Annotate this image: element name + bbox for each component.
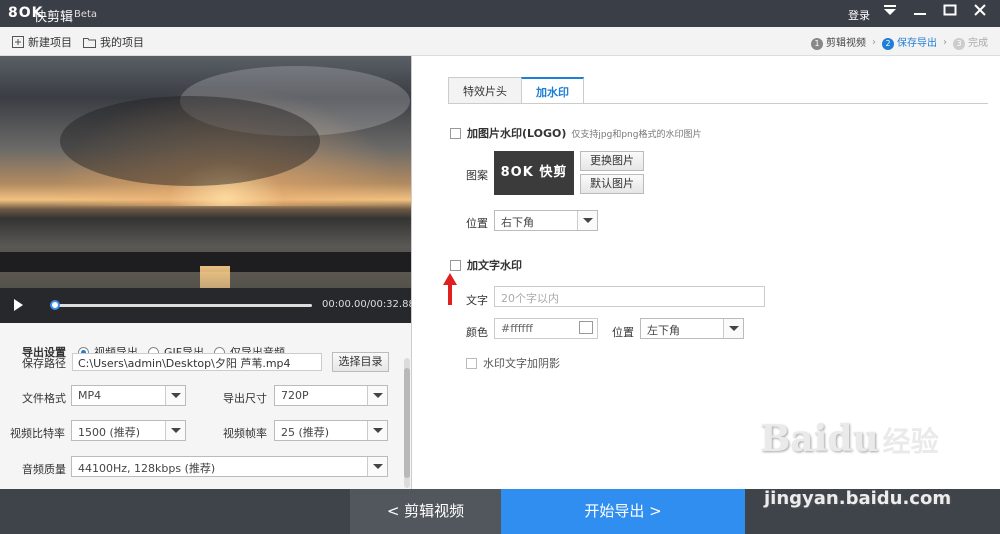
baidu-logo-cn: 经验 <box>882 425 939 458</box>
toolbar: 新建项目 我的项目 1 剪辑视频 › 2 保存导出 › 3 完成 <box>0 27 1000 56</box>
shadow-checkbox[interactable]: 水印文字加阴影 <box>466 355 560 371</box>
chevron-down-icon <box>367 386 387 405</box>
app-name: 快剪辑 <box>34 10 74 25</box>
tab-bar: 特效片头 加水印 <box>448 77 584 104</box>
baidu-url: jingyan.baidu.com <box>764 488 952 509</box>
timecode: 00:00.00/00:32.88 <box>322 299 415 310</box>
settings-scrollbar[interactable] <box>404 358 410 488</box>
step-done: 3 完成 <box>953 34 988 50</box>
chevron-down-icon <box>367 421 387 440</box>
export-settings-panel: 导出设置 视频导出 GIF导出 仅导出音频 保存路径 C:\Users\admi… <box>0 323 411 489</box>
back-to-edit-button[interactable]: < 剪辑视频 <box>350 489 501 534</box>
chevron-right-icon: › <box>872 36 876 48</box>
close-icon[interactable] <box>970 4 990 22</box>
checkbox-icon <box>466 357 477 369</box>
new-project-label: 新建项目 <box>28 36 72 49</box>
image-position-label: 位置 <box>466 217 488 230</box>
my-projects-button[interactable]: 我的项目 <box>83 34 144 50</box>
new-project-button[interactable]: 新建项目 <box>12 34 72 50</box>
player-controls: 00:00.00/00:32.88 <box>0 288 415 323</box>
new-project-icon <box>12 36 24 48</box>
title-bar: 8OK 快剪辑 Beta 登录 <box>0 0 1000 27</box>
framerate-select[interactable]: 25 (推荐) <box>274 420 388 441</box>
tab-watermark[interactable]: 加水印 <box>521 77 584 104</box>
play-icon[interactable] <box>14 299 23 311</box>
choose-directory-button[interactable]: 选择目录 <box>332 352 389 372</box>
red-arrow-annotation <box>443 273 457 305</box>
image-watermark-note: 仅支持jpg和png格式的水印图片 <box>571 129 702 140</box>
chevron-right-icon: > <box>644 502 662 520</box>
text-position-select[interactable]: 左下角 <box>640 318 744 339</box>
text-watermark-checkbox[interactable]: 加文字水印 <box>450 257 522 273</box>
chevron-left-icon: < <box>386 502 405 520</box>
seek-bar[interactable] <box>52 304 312 307</box>
chevron-down-icon <box>577 211 597 230</box>
seek-handle[interactable] <box>50 300 60 310</box>
audio-quality-label: 音频质量 <box>22 463 66 476</box>
tab-intro-effects[interactable]: 特效片头 <box>448 77 522 104</box>
logo-preview: 8OK 快剪辑 <box>494 151 574 224</box>
format-select[interactable]: MP4 <box>71 385 186 406</box>
image-position-select[interactable]: 右下角 <box>494 210 598 231</box>
chevron-down-icon <box>367 457 387 476</box>
image-watermark-checkbox[interactable]: 加图片水印(LOGO) 仅支持jpg和png格式的水印图片 <box>450 125 701 141</box>
chevron-down-icon <box>165 421 185 440</box>
checkbox-icon <box>450 127 461 139</box>
step-edit: 1 剪辑视频 <box>811 34 866 50</box>
size-label: 导出尺寸 <box>223 392 267 405</box>
pattern-label: 图案 <box>466 169 488 182</box>
baidu-logo-text: Baidu <box>760 418 879 460</box>
replace-image-button[interactable]: 更换图片 <box>580 151 644 171</box>
save-path-label: 保存路径 <box>22 357 66 370</box>
size-select[interactable]: 720P <box>274 385 388 406</box>
beta-badge: Beta <box>74 9 98 20</box>
framerate-label: 视频帧率 <box>223 427 267 440</box>
color-swatch[interactable] <box>579 321 593 334</box>
menu-icon[interactable] <box>880 4 900 22</box>
baidu-watermark: Baidu 经验 jingyan.baidu.com <box>760 418 951 509</box>
watermark-text-input[interactable]: 20个字以内 <box>494 286 765 307</box>
folder-icon <box>83 37 96 48</box>
step-save-export: 2 保存导出 <box>882 34 937 50</box>
checkbox-icon <box>450 259 461 271</box>
bitrate-label: 视频比特率 <box>10 427 65 440</box>
my-projects-label: 我的项目 <box>100 36 144 49</box>
text-label: 文字 <box>466 294 488 307</box>
default-image-button[interactable]: 默认图片 <box>580 174 644 194</box>
format-label: 文件格式 <box>22 392 66 405</box>
audio-quality-select[interactable]: 44100Hz, 128kbps (推荐) <box>71 456 388 477</box>
login-link[interactable]: 登录 <box>848 7 870 23</box>
color-label: 颜色 <box>466 326 488 339</box>
chevron-right-icon: › <box>943 36 947 48</box>
step-indicator: 1 剪辑视频 › 2 保存导出 › 3 完成 <box>811 34 988 50</box>
maximize-icon[interactable] <box>940 4 960 22</box>
text-position-label: 位置 <box>612 326 634 339</box>
chevron-down-icon <box>165 386 185 405</box>
minimize-icon[interactable] <box>910 4 930 22</box>
bitrate-select[interactable]: 1500 (推荐) <box>71 420 186 441</box>
save-path-field[interactable]: C:\Users\admin\Desktop\夕阳 芦苇.mp4 <box>72 353 322 371</box>
start-export-button[interactable]: 开始导出 > <box>501 489 745 534</box>
video-preview <box>0 56 411 288</box>
chevron-down-icon <box>723 319 743 338</box>
